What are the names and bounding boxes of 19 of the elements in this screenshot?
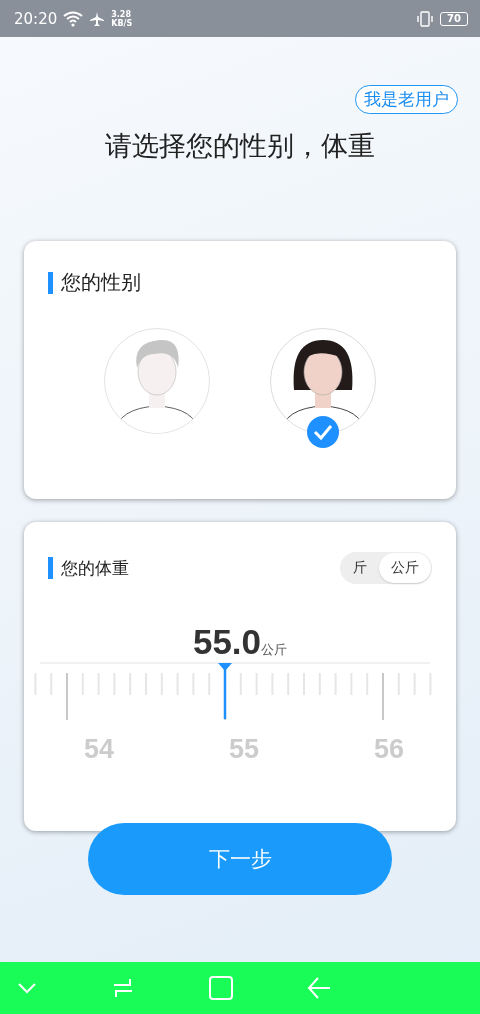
unit-option[interactable]: 斤 bbox=[341, 553, 379, 583]
network-speed: 3.28 bbox=[111, 9, 132, 19]
vibrate-icon bbox=[416, 10, 435, 27]
wifi-icon bbox=[63, 10, 84, 27]
home-icon[interactable] bbox=[208, 975, 234, 1001]
clock: 20:20 bbox=[14, 9, 58, 28]
back-icon[interactable] bbox=[306, 975, 332, 1001]
battery-level: 70 bbox=[440, 11, 468, 26]
unit-option[interactable]: 公斤 bbox=[379, 553, 431, 583]
weight-unit: 公斤 bbox=[261, 642, 288, 659]
returning-user-button[interactable]: 我是老用户 bbox=[355, 85, 458, 114]
weight-value: 55.0 bbox=[192, 622, 262, 662]
accent-bar bbox=[48, 557, 53, 579]
check-icon bbox=[307, 416, 339, 448]
card-heading: 您的体重 bbox=[61, 556, 129, 580]
network-speed-unit: KB/S bbox=[111, 18, 133, 28]
accent-bar bbox=[48, 271, 53, 294]
page-title: 请选择您的性别，体重 bbox=[105, 129, 375, 163]
card-heading: 您的性别 bbox=[61, 269, 141, 296]
